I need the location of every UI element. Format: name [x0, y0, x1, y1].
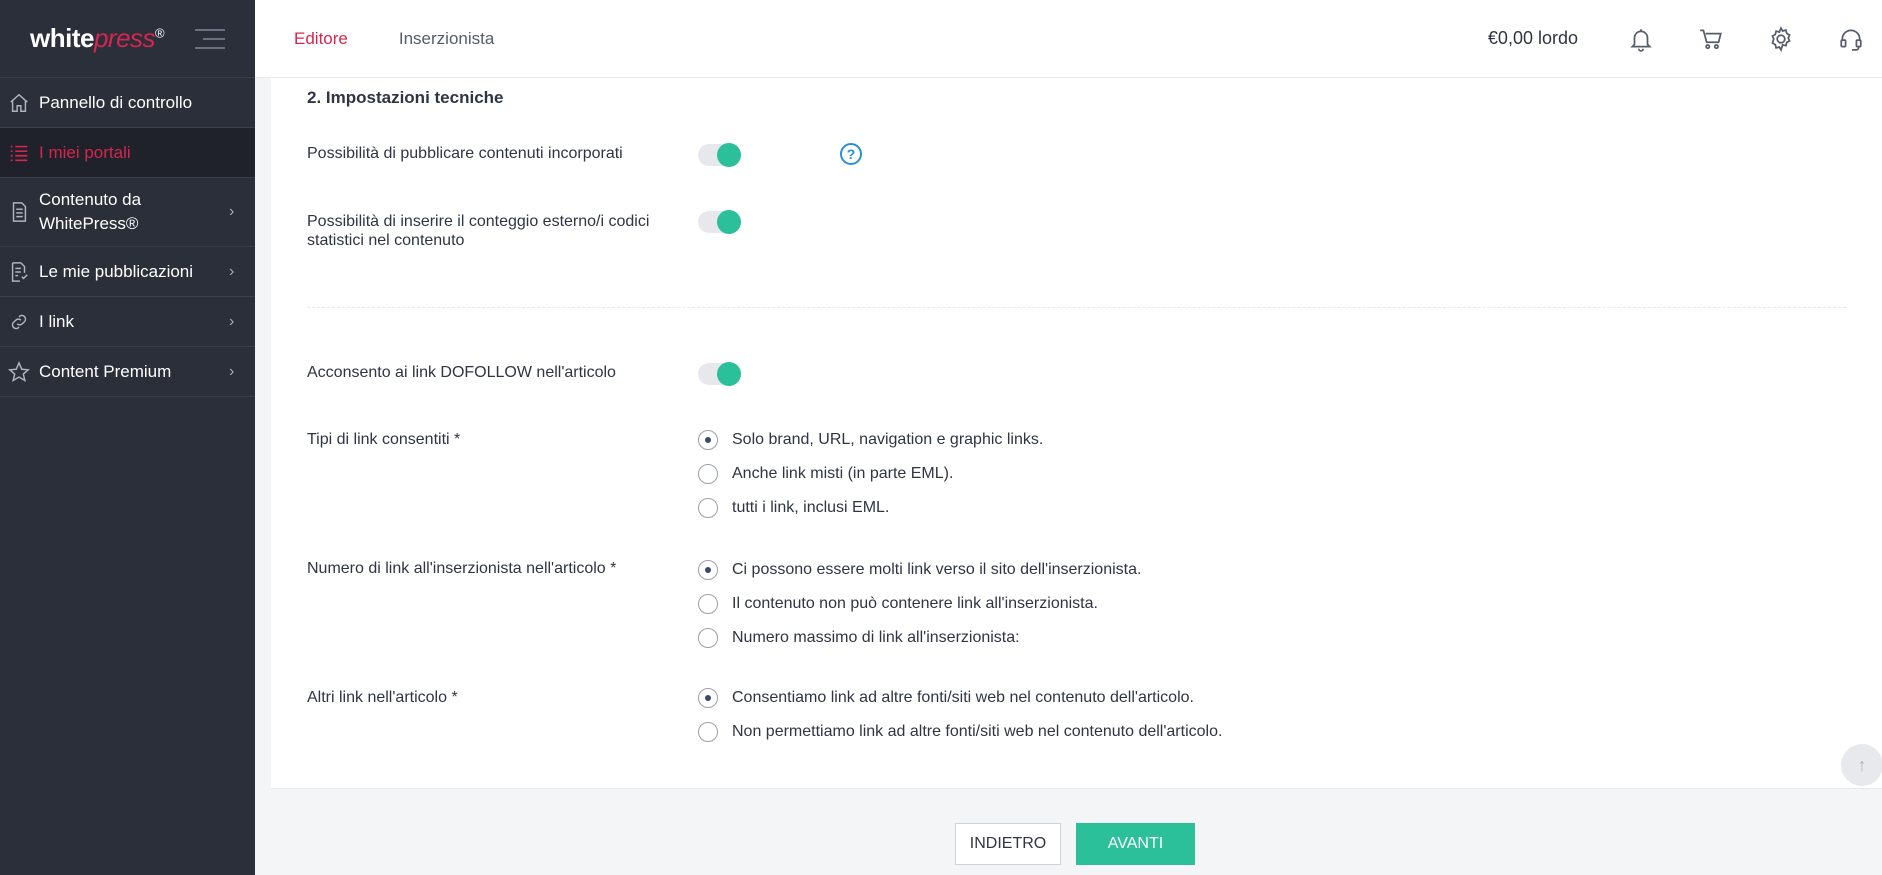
- link-icon: [8, 311, 30, 333]
- radio-unchecked[interactable]: [698, 498, 718, 518]
- divider: [307, 307, 1846, 308]
- advertiser-links-option-3[interactable]: Numero massimo di link all'inserzionista…: [698, 628, 1020, 648]
- radio-checked[interactable]: [698, 430, 718, 450]
- sidebar-menu: Pannello di controllo I miei portali Con…: [0, 78, 255, 397]
- sidebar-item-whitepress-content[interactable]: Contenuto da WhitePress® ›: [0, 178, 255, 247]
- radio-unchecked[interactable]: [698, 628, 718, 648]
- sidebar-item-content-premium[interactable]: Content Premium ›: [0, 347, 255, 397]
- help-icon[interactable]: ?: [840, 143, 862, 165]
- tab-editore[interactable]: Editore: [255, 0, 387, 78]
- sidebar-item-my-publications[interactable]: Le mie pubblicazioni ›: [0, 247, 255, 297]
- balance-amount[interactable]: €0,00 lordo: [1488, 28, 1578, 49]
- scroll-to-top-button[interactable]: ↑: [1841, 744, 1882, 786]
- link-types-option-2[interactable]: Anche link misti (in parte EML).: [698, 464, 953, 484]
- link-types-label: Tipi di link consentiti *: [307, 431, 461, 448]
- external-counter-label: Possibilità di inserire il conteggio est…: [307, 213, 650, 249]
- radio-unchecked[interactable]: [698, 722, 718, 742]
- advertiser-links-label: Numero di link all'inserzionista nell'ar…: [307, 560, 617, 577]
- link-types-option-3[interactable]: tutti i link, inclusi EML.: [698, 498, 889, 518]
- gear-icon[interactable]: [1768, 25, 1794, 52]
- back-button[interactable]: INDIETRO: [955, 823, 1061, 865]
- sidebar-item-my-portals[interactable]: I miei portali: [0, 128, 255, 178]
- menu-toggle-icon[interactable]: [195, 28, 225, 49]
- other-links-option-1[interactable]: Consentiamo link ad altre fonti/siti web…: [698, 688, 1194, 708]
- radio-checked[interactable]: [698, 688, 718, 708]
- chevron-right-icon: ›: [229, 312, 235, 330]
- advertiser-links-option-1[interactable]: Ci possono essere molti link verso il si…: [698, 560, 1141, 580]
- external-counter-toggle[interactable]: [698, 210, 741, 234]
- sidebar-item-label: Contenuto da WhitePress®: [39, 190, 142, 233]
- sidebar-item-links[interactable]: I link ›: [0, 297, 255, 347]
- dofollow-toggle[interactable]: [698, 362, 741, 386]
- list-icon: [8, 142, 30, 164]
- embedded-content-toggle[interactable]: [698, 143, 741, 167]
- sidebar-item-label: Content Premium: [39, 361, 172, 381]
- toggle-knob: [717, 362, 741, 386]
- advertiser-links-option-2[interactable]: Il contenuto non può contenere link all'…: [698, 594, 1098, 614]
- radio-checked[interactable]: [698, 560, 718, 580]
- bell-icon[interactable]: [1628, 26, 1654, 52]
- chevron-right-icon: ›: [229, 203, 235, 220]
- logo-bar: whitepress®: [0, 0, 255, 78]
- radio-unchecked[interactable]: [698, 594, 718, 614]
- next-button[interactable]: AVANTI: [1076, 823, 1195, 865]
- sidebar-item-label: Le mie pubblicazioni: [39, 261, 194, 281]
- toggle-knob: [717, 210, 741, 234]
- publications-icon: [8, 261, 30, 283]
- dofollow-label: Acconsento ai link DOFOLLOW nell'articol…: [307, 364, 616, 381]
- other-links-option-2[interactable]: Non permettiamo link ad altre fonti/siti…: [698, 722, 1222, 742]
- tab-inserzionista[interactable]: Inserzionista: [387, 0, 533, 78]
- form-footer: INDIETRO AVANTI: [271, 788, 1882, 875]
- sidebar: whitepress® Pannello di controllo I miei…: [0, 0, 255, 875]
- logo[interactable]: whitepress®: [30, 23, 165, 54]
- link-types-option-1[interactable]: Solo brand, URL, navigation e graphic li…: [698, 430, 1043, 450]
- sidebar-item-label: I link: [39, 311, 74, 331]
- sidebar-item-dashboard[interactable]: Pannello di controllo: [0, 78, 255, 128]
- top-bar: Editore Inserzionista €0,00 lordo: [255, 0, 1882, 78]
- chevron-right-icon: ›: [229, 362, 235, 380]
- cart-icon[interactable]: [1698, 26, 1724, 52]
- chevron-right-icon: ›: [229, 262, 235, 280]
- radio-unchecked[interactable]: [698, 464, 718, 484]
- star-icon: [8, 360, 30, 383]
- settings-card: 2. Impostazioni tecniche Possibilità di …: [271, 78, 1882, 788]
- toggle-knob: [717, 143, 741, 167]
- other-links-label: Altri link nell'articolo *: [307, 689, 458, 706]
- headset-icon[interactable]: [1838, 26, 1864, 52]
- home-icon: [8, 92, 30, 114]
- sidebar-item-label: Pannello di controllo: [39, 92, 193, 112]
- sidebar-item-label: I miei portali: [39, 142, 131, 162]
- document-icon: [8, 201, 30, 223]
- embedded-content-label: Possibilità di pubblicare contenuti inco…: [307, 145, 623, 162]
- section-title: 2. Impostazioni tecniche: [307, 88, 504, 107]
